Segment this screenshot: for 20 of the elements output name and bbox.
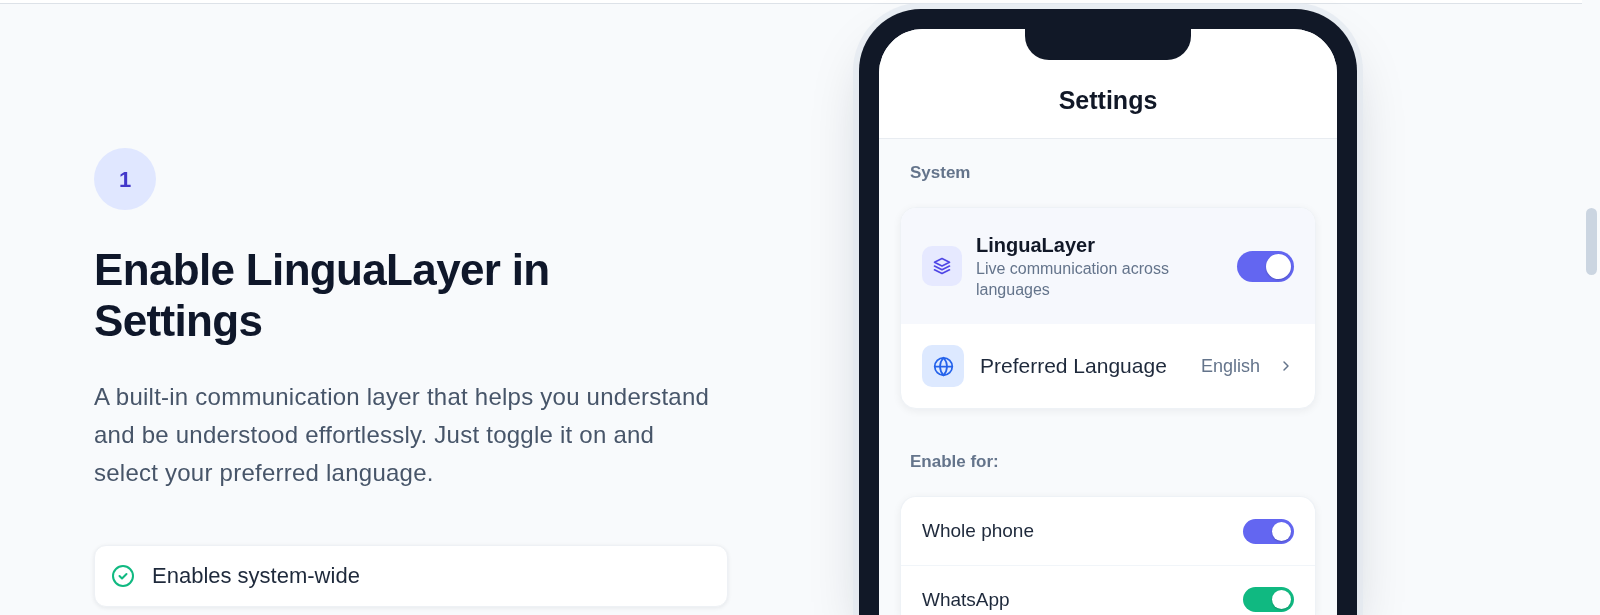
toggle-switch[interactable] <box>1237 250 1294 282</box>
layers-icon <box>922 246 962 286</box>
toggle-switch[interactable] <box>1243 518 1294 544</box>
screen-title: Settings <box>1058 85 1158 116</box>
setting-title: LinguaLayer <box>976 233 1096 258</box>
step-description: A built-in communication layer that helps you understand and be understood effortlessly. Just toggle it on and select your preferred language. <box>94 382 711 488</box>
setting-label: Whole phone <box>922 519 1034 543</box>
globe-icon <box>922 345 964 387</box>
section-label: System <box>909 162 972 184</box>
step-number: 1 <box>94 148 156 210</box>
feature-label: Enables system-wide <box>152 562 360 590</box>
check-circle-icon <box>111 564 135 588</box>
setting-value: English <box>1200 355 1260 378</box>
setting-label: WhatsApp <box>922 587 1010 612</box>
step-title: Enable LinguaLayer in Settings <box>94 244 551 346</box>
scrollbar-thumb[interactable] <box>1586 208 1597 275</box>
toggle-switch[interactable] <box>1243 587 1294 612</box>
section-label: Enable for: <box>909 451 1000 473</box>
setting-label: Preferred Language <box>980 353 1168 379</box>
setting-description: Live communication across languages <box>976 259 1170 300</box>
